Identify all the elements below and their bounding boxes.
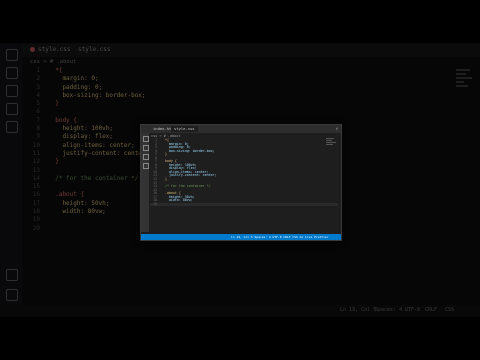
search-icon[interactable] <box>6 67 18 79</box>
code-line[interactable]: 1 *{ <box>22 67 462 75</box>
code-text: padding: 0; <box>48 83 103 91</box>
code-line[interactable]: 2 margin: 0; <box>22 75 462 83</box>
code-text: body { <box>48 116 77 124</box>
line-number: 16 <box>32 191 40 199</box>
code-line[interactable]: 4 box-sizing: border-box; <box>22 92 462 100</box>
minimap[interactable] <box>456 67 476 127</box>
code-line[interactable]: 6 <box>22 108 462 116</box>
code-text: } <box>161 177 167 182</box>
line-number: 10 <box>32 141 40 149</box>
code-text: justify-content: center; <box>48 149 150 157</box>
status-indent[interactable]: Spaces: 4 <box>375 307 402 313</box>
line-number: 3 <box>36 83 40 91</box>
inner-editor-window: index.html style.css × css > # .about 1 … <box>140 124 342 241</box>
line-number: 18 <box>32 208 40 216</box>
line-number: 15 <box>32 183 40 191</box>
explorer-icon <box>143 136 149 142</box>
status-language[interactable]: CSS <box>445 307 454 313</box>
status-bar: Ln 19, Col 5 Spaces: 4 UTF-8 CRLF CSS <box>0 305 480 317</box>
tab-bar: style.css style.css <box>22 43 480 57</box>
code-line[interactable]: 19 <box>150 201 338 207</box>
line-number: 9 <box>36 133 40 141</box>
line-number: 19 <box>153 201 157 206</box>
code-text: .about { <box>48 191 85 199</box>
explorer-icon[interactable] <box>6 49 18 61</box>
code-text: } <box>161 152 167 157</box>
tab-file-2[interactable]: style.css <box>78 46 111 53</box>
line-number: 4 <box>36 91 40 99</box>
extensions-icon[interactable] <box>6 121 18 133</box>
code-text: width: 80vw; <box>48 208 106 216</box>
code-text: box-sizing: border-box; <box>48 91 146 99</box>
code-text: /* for the container */ <box>48 174 139 182</box>
source-control-icon <box>143 154 149 160</box>
code-line[interactable]: 5 } <box>22 100 462 108</box>
line-number: 14 <box>32 174 40 182</box>
account-icon[interactable] <box>6 269 18 281</box>
tab-file-1[interactable]: style.css <box>30 46 71 53</box>
code-text: height: 100vh; <box>48 125 114 133</box>
line-number: 13 <box>32 166 40 174</box>
line-number: 5 <box>36 100 40 108</box>
line-number: 1 <box>36 67 40 74</box>
line-number: 2 <box>36 75 40 83</box>
status-position[interactable]: Ln 19, Col 5 <box>340 307 376 313</box>
inner-tab-style[interactable]: style.css <box>171 126 198 132</box>
run-debug-icon[interactable] <box>6 103 18 115</box>
inner-status-bar: Ln 19, Col 5 Spaces: 4 UTF-8 CRLF CSS Go… <box>141 234 341 240</box>
status-encoding[interactable]: UTF-8 <box>405 307 420 313</box>
source-control-icon[interactable] <box>6 85 18 97</box>
code-text: *{ <box>48 67 63 74</box>
code-text: } <box>48 100 59 108</box>
gear-icon[interactable] <box>6 289 18 301</box>
breadcrumb[interactable]: css > # .about <box>30 59 76 65</box>
code-text: } <box>48 158 59 166</box>
code-text: box-sizing: border-box; <box>161 148 215 153</box>
code-text: display: flex; <box>48 133 114 141</box>
code-text: height: 50vh; <box>48 199 110 207</box>
code-text: width: 80vw; <box>161 198 193 203</box>
extensions-icon <box>143 163 149 169</box>
search-icon <box>143 145 149 151</box>
inner-status-text: Ln 19, Col 5 Spaces: 4 UTF-8 CRLF CSS Go… <box>231 235 329 239</box>
activity-bar <box>0 43 22 317</box>
code-line[interactable]: 3 padding: 0; <box>22 84 462 92</box>
code-text: /* for the container */ <box>161 184 211 189</box>
line-number: 19 <box>32 216 40 224</box>
line-number: 12 <box>32 158 40 166</box>
line-number: 6 <box>36 108 40 116</box>
code-text: justify-content: center; <box>161 173 217 178</box>
code-text: align-items: center; <box>48 141 135 149</box>
line-number: 17 <box>32 199 40 207</box>
inner-minimap[interactable] <box>326 137 338 157</box>
code-text: margin: 0; <box>48 75 99 83</box>
line-number: 7 <box>36 116 40 124</box>
line-number: 11 <box>32 149 40 157</box>
inner-tab-bar: index.html style.css × <box>141 125 341 133</box>
line-number: 20 <box>32 224 40 232</box>
close-icon[interactable]: × <box>336 126 338 131</box>
inner-activity-bar <box>141 133 149 232</box>
modified-dot-icon <box>30 47 35 52</box>
inner-code-area[interactable]: 1 *{2 margin: 0; 3 padding: 0; 4 box-sizin… <box>150 138 338 207</box>
line-number: 8 <box>36 125 40 133</box>
status-eol[interactable]: CRLF <box>425 307 437 313</box>
